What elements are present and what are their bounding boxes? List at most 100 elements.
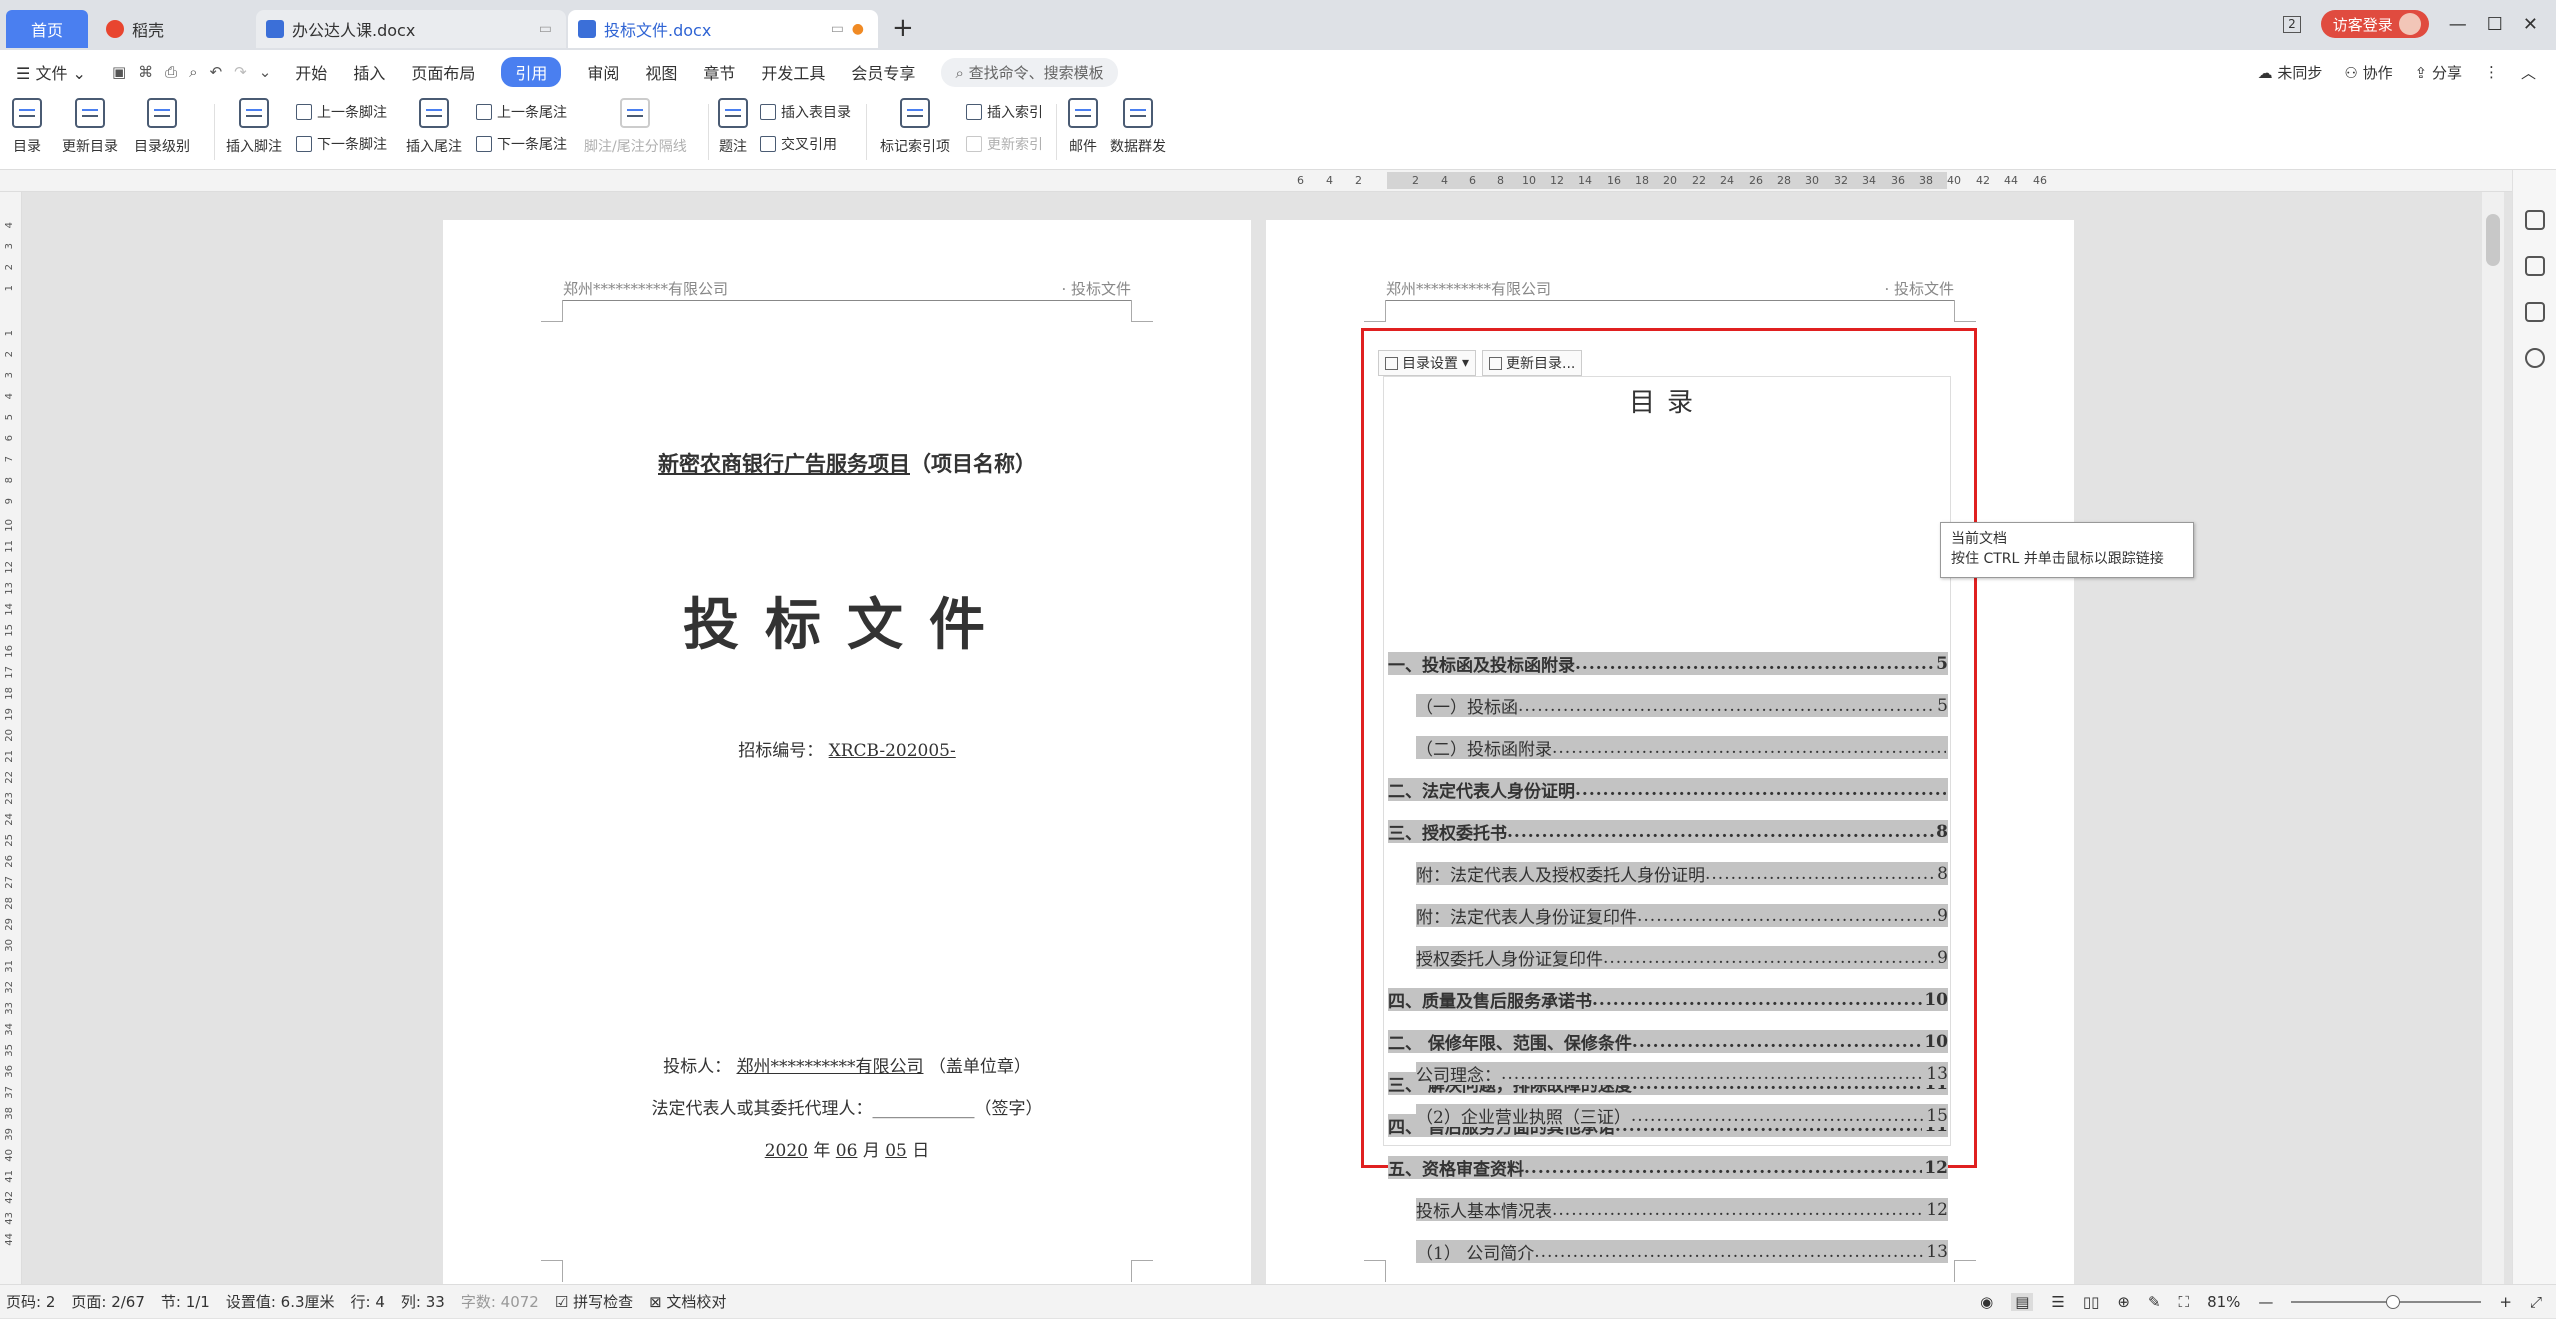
prev-endnote-button[interactable]: 上一条尾注 (476, 102, 567, 122)
toc-entry[interactable]: 投标人基本情况表 12 (1416, 1198, 1948, 1221)
menu-page-layout[interactable]: 页面布局 (411, 60, 475, 84)
format-painter-icon[interactable]: ⌘ (138, 63, 153, 81)
update-toc-button[interactable]: 更新目录 (62, 98, 118, 156)
mail-button[interactable]: 邮件 (1068, 98, 1098, 156)
toc-entry[interactable]: 三、授权委托书 8 (1388, 820, 1948, 843)
page-view-icon[interactable]: ▤ (2011, 1293, 2034, 1311)
toc-entry[interactable]: 附：法定代表人及授权委托人身份证明 8 (1416, 862, 1948, 885)
cross-reference-button[interactable]: 交叉引用 (760, 134, 837, 154)
next-endnote-button[interactable]: 下一条尾注 (476, 134, 567, 154)
tab-docer[interactable]: 稻壳 (96, 10, 246, 48)
toc-entry[interactable]: 二、法定代表人身份证明 (1388, 778, 1948, 801)
note-separator-button[interactable]: 脚注/尾注分隔线 (584, 98, 687, 156)
menu-developer[interactable]: 开发工具 (761, 60, 825, 84)
zoom-out-icon[interactable]: — (2258, 1293, 2273, 1311)
toc-entry[interactable]: （一）投标函 5 (1416, 694, 1948, 717)
tab-document-2[interactable]: 投标文件.docx ▭ ● (568, 10, 878, 48)
toc-entry[interactable]: （1） 公司简介 13 (1416, 1240, 1948, 1263)
monitor-icon[interactable]: ▭ (831, 21, 844, 37)
mark-index-button[interactable]: 标记索引项 (880, 98, 950, 156)
zoom-in-icon[interactable]: + (2499, 1293, 2512, 1311)
new-tab-button[interactable]: + (892, 14, 914, 42)
write-mode-icon[interactable]: ✎ (2148, 1293, 2161, 1311)
redo-icon[interactable]: ↷ (234, 63, 247, 81)
menu-chapter[interactable]: 章节 (703, 60, 735, 84)
toc-level-button[interactable]: 目录级别 (134, 98, 190, 156)
proofread-button[interactable]: ⊠ 文档校对 (649, 1291, 726, 1312)
insert-table-toc-button[interactable]: 插入表目录 (760, 102, 851, 122)
document-page-1[interactable]: 郑州**********有限公司 · 投标文件 新密农商银行广告服务项目（项目名称… (443, 220, 1251, 1285)
toc-button[interactable]: 目录 (12, 98, 42, 156)
share-button[interactable]: ⇪ 分享 (2415, 62, 2462, 83)
toc-settings-button[interactable]: 目录设置 ▾ (1378, 350, 1477, 376)
zoom-slider-knob[interactable] (2386, 1295, 2401, 1309)
select-cursor-icon[interactable] (2525, 256, 2545, 276)
menu-review[interactable]: 审阅 (587, 60, 619, 84)
close-icon[interactable]: ✕ (2523, 14, 2538, 35)
menu-home[interactable]: 开始 (295, 60, 327, 84)
toc-entry[interactable]: 二、 保修年限、范围、保修条件 10 (1388, 1030, 1948, 1053)
adjust-icon[interactable] (2525, 302, 2545, 322)
next-footnote-button[interactable]: 下一条脚注 (296, 134, 387, 154)
toc-entry[interactable]: （2）企业营业执照（三证） 15 (1416, 1104, 1948, 1127)
sync-status[interactable]: ☁ 未同步 (2258, 62, 2323, 83)
print-icon[interactable]: ⎙ (165, 63, 177, 81)
update-toc-inline-button[interactable]: 更新目录... (1482, 350, 1583, 376)
unsaved-dot-icon[interactable]: ● (852, 21, 864, 37)
status-section[interactable]: 节: 1/1 (161, 1291, 210, 1312)
more-icon[interactable]: ⋮ (2484, 63, 2499, 81)
file-menu[interactable]: ☰ 文件 ⌄ (16, 60, 86, 84)
insert-endnote-button[interactable]: 插入尾注 (406, 98, 462, 156)
menu-references[interactable]: 引用 (501, 57, 562, 87)
toc-entry[interactable]: 五、资格审查资料 12 (1388, 1156, 1948, 1179)
help-icon[interactable] (2525, 348, 2545, 368)
update-index-button[interactable]: 更新索引 (966, 134, 1043, 154)
tab-home[interactable]: 首页 (6, 10, 88, 48)
monitor-icon[interactable]: ▭ (539, 21, 552, 37)
status-word-count[interactable]: 字数: 4072 (461, 1291, 539, 1312)
maximize-icon[interactable]: ☐ (2487, 14, 2503, 35)
zoom-slider[interactable] (2291, 1295, 2482, 1309)
menu-member[interactable]: 会员专享 (851, 60, 915, 84)
caption-button[interactable]: 题注 (718, 98, 748, 156)
status-column[interactable]: 列: 33 (401, 1291, 445, 1312)
collaborate-button[interactable]: ⚇ 协作 (2344, 62, 2392, 83)
web-view-icon[interactable]: ⊕ (2117, 1293, 2130, 1311)
scroll-thumb[interactable] (2486, 214, 2500, 266)
menu-view[interactable]: 视图 (645, 60, 677, 84)
spell-check-button[interactable]: ☑ 拼写检查 (555, 1291, 633, 1312)
customize-icon[interactable]: ⌄ (259, 63, 272, 81)
fullscreen-icon[interactable]: ⤢ (2530, 1293, 2542, 1311)
login-button[interactable]: 访客登录 (2320, 10, 2429, 38)
pen-icon[interactable] (2525, 210, 2545, 230)
fit-page-icon[interactable]: ⛶ (2179, 1293, 2190, 1311)
tab-document-1[interactable]: 办公达人课.docx ▭ (256, 10, 566, 48)
undo-icon[interactable]: ↶ (210, 63, 223, 81)
toc-entry[interactable]: 四、质量及售后服务承诺书 10 (1388, 988, 1948, 1011)
vertical-scrollbar[interactable] (2482, 192, 2504, 1284)
outline-view-icon[interactable]: ☰ (2051, 1293, 2064, 1311)
vertical-ruler[interactable]: 4 3 2 1 1 2 3 4 5 6 7 8 9 10 11 12 13 14… (0, 192, 22, 1284)
status-pages[interactable]: 页面: 2/67 (71, 1291, 145, 1312)
status-page-code[interactable]: 页码: 2 (6, 1291, 55, 1312)
insert-footnote-button[interactable]: 插入脚注 (226, 98, 282, 156)
horizontal-ruler[interactable]: 6 4 2 2 4 6 8 10 12 14 16 18 20 22 24 26… (0, 170, 2556, 192)
window-count-badge[interactable]: 2 (2283, 15, 2301, 33)
eye-protection-icon[interactable]: ◉ (1980, 1293, 1993, 1311)
mail-merge-button[interactable]: 数据群发 (1110, 98, 1166, 156)
command-search[interactable]: ⌕ 查找命令、搜索模板 (941, 57, 1118, 87)
minimize-icon[interactable]: — (2449, 14, 2467, 35)
toc-entry[interactable]: 授权委托人身份证复印件 9 (1416, 946, 1948, 969)
toc-entry[interactable]: 附：法定代表人身份证复印件 9 (1416, 904, 1948, 927)
print-preview-icon[interactable]: ⌕ (189, 63, 197, 81)
toc-entry[interactable]: 公司理念： 13 (1416, 1062, 1948, 1085)
status-row[interactable]: 行: 4 (351, 1291, 385, 1312)
save-icon[interactable]: ▣ (112, 63, 126, 81)
reading-view-icon[interactable]: ▯▯ (2083, 1293, 2100, 1311)
collapse-ribbon-icon[interactable]: ︿ (2521, 62, 2536, 83)
prev-footnote-button[interactable]: 上一条脚注 (296, 102, 387, 122)
status-setting-value[interactable]: 设置值: 6.3厘米 (226, 1291, 335, 1312)
menu-insert[interactable]: 插入 (353, 60, 385, 84)
toc-entry[interactable]: （二）投标函附录 (1416, 736, 1948, 759)
zoom-level[interactable]: 81% (2207, 1293, 2240, 1311)
